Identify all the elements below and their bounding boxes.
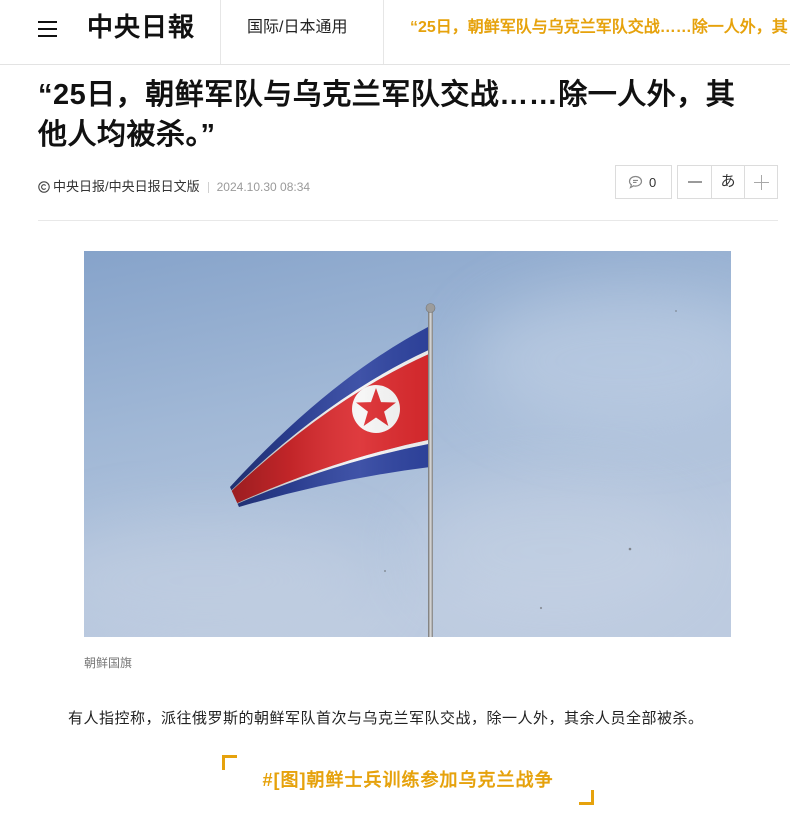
comment-button[interactable]: 0 [615, 165, 672, 199]
comment-bubble-icon [628, 175, 643, 189]
header-divider [220, 0, 221, 64]
copyright-icon [38, 181, 50, 193]
font-decrease-button[interactable] [678, 166, 711, 198]
header-divider [383, 0, 384, 64]
section-link[interactable]: 国际/日本通用 [247, 18, 347, 38]
site-logo[interactable]: 中央日報 [87, 12, 195, 44]
hamburger-menu-icon[interactable] [38, 21, 57, 37]
article-body: 有人指控称，派往俄罗斯的朝鲜军队首次与乌克兰军队交战，除一人外，其余人员全部被杀… [68, 710, 704, 727]
related-article-link[interactable]: #[图]朝鲜士兵训练参加乌克兰战争 [222, 755, 594, 805]
minus-icon [687, 181, 702, 183]
ticker-text: “25日，朝鲜军队与乌克兰军队交战……除一人外，其 [410, 19, 788, 36]
article-photo [84, 251, 731, 637]
plus-icon [753, 174, 769, 190]
article-headline: “25日，朝鲜军队与乌克兰军队交战……除一人外，其他人均被杀。” [38, 79, 736, 151]
menu-bar [38, 28, 57, 30]
headline-ticker[interactable]: “25日，朝鲜军队与乌克兰军队交战……除一人外，其 [410, 18, 790, 40]
related-article: #[图]朝鲜士兵训练参加乌克兰战争 [222, 755, 594, 805]
article-source: 中央日报/中央日报日文版 [53, 179, 200, 194]
font-style-button[interactable]: あ [711, 166, 744, 198]
font-increase-button[interactable] [744, 166, 777, 198]
site-header: 中央日報 国际/日本通用 “25日，朝鲜军队与乌克兰军队交战……除一人外，其 [0, 0, 790, 65]
byline-separator [207, 181, 209, 193]
font-label: あ [720, 173, 736, 190]
font-size-control: あ [677, 165, 778, 199]
article-date: 2024.10.30 08:34 [216, 180, 311, 194]
byline: 中央日报/中央日报日文版 2024.10.30 08:34 [38, 178, 310, 196]
header-rule [38, 220, 778, 221]
menu-bar [38, 21, 57, 23]
comment-count: 0 [649, 174, 657, 190]
photo-caption: 朝鲜国旗 [84, 656, 133, 670]
menu-bar [38, 35, 57, 37]
